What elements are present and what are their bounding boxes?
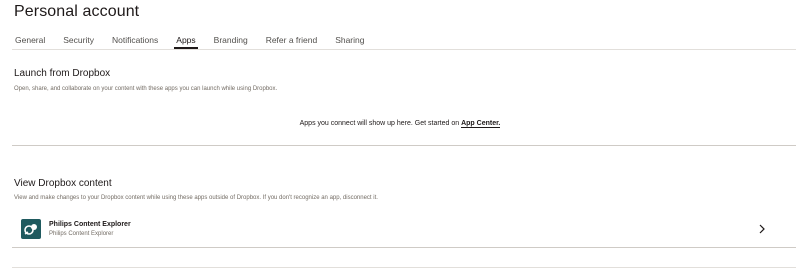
app-subtitle: Philips Content Explorer	[49, 231, 114, 237]
bottom-divider	[12, 267, 796, 268]
app-center-link[interactable]: App Center.	[461, 120, 501, 128]
tab-apps[interactable]: Apps	[174, 29, 199, 49]
settings-tabs: General Security Notifications Apps Bran…	[13, 29, 800, 49]
view-section-description: View and make changes to your Dropbox co…	[14, 195, 378, 201]
launch-section-description: Open, share, and collaborate on your con…	[14, 86, 278, 92]
empty-state-text: Apps you connect will show up here. Get …	[299, 120, 462, 127]
tab-security[interactable]: Security	[61, 29, 96, 49]
tab-branding[interactable]: Branding	[212, 29, 250, 49]
app-row-divider	[12, 247, 796, 248]
page-title: Personal account	[14, 3, 140, 20]
launch-section-divider	[12, 145, 796, 146]
tab-general[interactable]: General	[13, 29, 47, 49]
launch-section-title: Launch from Dropbox	[14, 68, 111, 79]
app-row-philips-content-explorer[interactable]: Philips Content Explorer Philips Content…	[12, 213, 796, 246]
app-name: Philips Content Explorer	[49, 221, 131, 228]
tab-refer-a-friend[interactable]: Refer a friend	[264, 29, 320, 49]
launch-empty-state: Apps you connect will show up here. Get …	[0, 120, 800, 128]
view-section-title: View Dropbox content	[14, 178, 112, 189]
chevron-right-icon[interactable]	[756, 223, 768, 235]
tab-sharing[interactable]: Sharing	[333, 29, 366, 49]
philips-app-icon	[21, 219, 41, 239]
tab-notifications[interactable]: Notifications	[110, 29, 160, 49]
tabs-divider	[12, 49, 796, 50]
